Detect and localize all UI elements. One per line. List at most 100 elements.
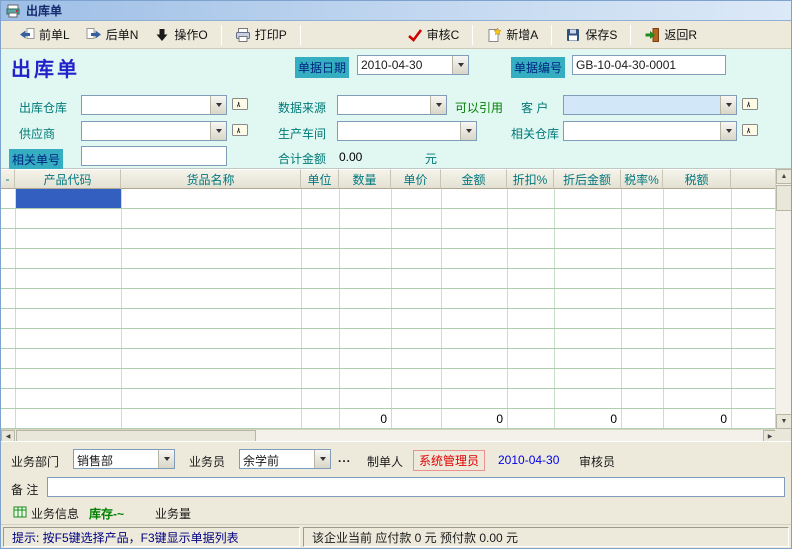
toolbar-separator [221,25,222,45]
doc-no-label: 单据编号 [511,57,565,78]
col-header-indicator[interactable]: - [1,169,15,189]
doc-date-dropdown-icon[interactable] [452,56,468,74]
col-header-tax-amount[interactable]: 税额 [663,169,731,189]
data-source-dropdown-icon[interactable] [430,96,446,114]
total-amount-value: 0.00 [339,150,362,164]
grid-body[interactable]: 0 0 0 0 [1,189,777,429]
grid-row[interactable] [1,289,776,309]
save-label: 保存S [585,26,617,43]
new-button[interactable]: 新增A [478,22,546,47]
related-warehouse-lookup-icon[interactable] [741,122,759,138]
doc-no-field[interactable]: GB-10-04-30-0001 [572,55,726,75]
grid-row[interactable] [1,209,776,229]
customer-combo[interactable] [563,95,737,115]
return-button[interactable]: 返回R [636,22,705,47]
col-header-discount[interactable]: 折扣% [507,169,554,189]
status-finance-text: 该企业当前 应付款 0 元 预付款 0.00 元 [312,529,518,546]
new-label: 新增A [506,26,538,43]
form-title: 出库单 [11,53,80,82]
status-finance: 该企业当前 应付款 0 元 预付款 0.00 元 [303,527,789,547]
save-button[interactable]: 保存S [557,22,625,47]
operate-button[interactable]: 操作O [146,22,215,47]
toolbar: 前单L 后单N 操作O 打印P 审核C 新增A 保存S [1,21,791,49]
salesman-combo[interactable]: 余学前 [239,449,331,469]
salesman-dropdown-icon[interactable] [314,450,330,468]
print-button[interactable]: 打印P [227,22,295,47]
supplier-lookup-icon[interactable] [231,122,249,138]
supplier-combo[interactable] [81,121,227,141]
col-header-quantity[interactable]: 数量 [339,169,391,189]
maker-value[interactable]: 系统管理员 [413,450,485,471]
save-disk-icon [565,27,581,43]
workshop-dropdown-icon[interactable] [460,122,476,140]
stock-link[interactable]: 库存-~ [89,505,124,522]
biz-volume-label[interactable]: 业务量 [155,505,191,522]
horizontal-scrollbar[interactable]: ◀ ▶ [1,429,777,441]
total-quantity: 0 [339,412,387,426]
prev-doc-button[interactable]: 前单L [11,22,78,47]
customer-dropdown-icon[interactable] [720,96,736,114]
audit-button[interactable]: 审核C [399,22,468,47]
remark-field[interactable] [47,477,785,497]
footer-panel: 业务部门 销售部 业务员 余学前 ... 制单人 系统管理员 2010-04-3… [1,441,791,524]
window-icon [5,3,21,19]
doc-date-combo[interactable]: 2010-04-30 [357,55,469,75]
out-warehouse-lookup-icon[interactable] [231,96,249,112]
audit-label: 审核C [427,26,460,43]
related-warehouse-dropdown-icon[interactable] [720,122,736,140]
col-header-product-code[interactable]: 产品代码 [15,169,121,189]
next-doc-label: 后单N [106,26,139,43]
out-warehouse-combo[interactable] [81,95,227,115]
vertical-scroll-thumb[interactable] [776,185,792,211]
department-value: 销售部 [77,452,113,469]
grid-totals-row: 0 0 0 0 [1,409,777,429]
workshop-combo[interactable] [337,121,477,141]
app-window: 出库单 前单L 后单N 操作O 打印P 审核C 新增A [0,0,792,549]
customer-lookup-icon[interactable] [741,96,759,112]
scroll-down-icon[interactable]: ▼ [776,414,792,429]
status-hint-text: 提示: 按F5键选择产品，F3键显示单据列表 [12,529,239,546]
supplier-dropdown-icon[interactable] [210,122,226,140]
out-warehouse-dropdown-icon[interactable] [210,96,226,114]
department-combo[interactable]: 销售部 [73,449,175,469]
col-header-unit[interactable]: 单位 [301,169,339,189]
related-warehouse-combo[interactable] [563,121,737,141]
col-header-tax-rate[interactable]: 税率% [621,169,663,189]
department-label: 业务部门 [11,453,59,470]
grid-row[interactable] [1,309,776,329]
out-warehouse-label: 出库仓库 [19,99,67,116]
grid-row[interactable] [1,249,776,269]
maker-date: 2010-04-30 [498,453,559,467]
col-header-amount[interactable]: 金额 [441,169,507,189]
col-header-unit-price[interactable]: 单价 [391,169,441,189]
total-amount: 0 [441,412,503,426]
prev-doc-icon [19,27,35,43]
col-header-amount-after-discount[interactable]: 折后金额 [554,169,621,189]
remark-label: 备 注 [11,481,38,498]
total-tax-amount: 0 [663,412,727,426]
vertical-scrollbar[interactable]: ▲ ▼ [775,169,791,429]
grid-row[interactable] [1,329,776,349]
scroll-up-icon[interactable]: ▲ [776,169,792,184]
return-door-icon [644,27,660,43]
related-no-field[interactable] [81,146,227,166]
status-bar: 提示: 按F5键选择产品，F3键显示单据列表 该企业当前 应付款 0 元 预付款… [1,524,791,548]
grid-row[interactable] [1,269,776,289]
window-title: 出库单 [26,2,62,19]
operate-label: 操作O [174,26,207,43]
next-doc-button[interactable]: 后单N [78,22,147,47]
biz-info-icon [13,505,27,519]
can-quote-hint: 可以引用 [455,99,503,116]
department-dropdown-icon[interactable] [158,450,174,468]
data-source-combo[interactable] [337,95,447,115]
col-header-goods-name[interactable]: 货品名称 [121,169,301,189]
more-button[interactable]: ... [338,451,351,465]
customer-label: 客 户 [521,99,548,116]
grid-row[interactable] [1,349,776,369]
selected-cell[interactable] [16,189,121,208]
grid-row[interactable] [1,389,776,409]
toolbar-separator [300,25,301,45]
grid-row[interactable] [1,369,776,389]
grid-row[interactable] [1,229,776,249]
biz-info-label[interactable]: 业务信息 [31,505,79,522]
